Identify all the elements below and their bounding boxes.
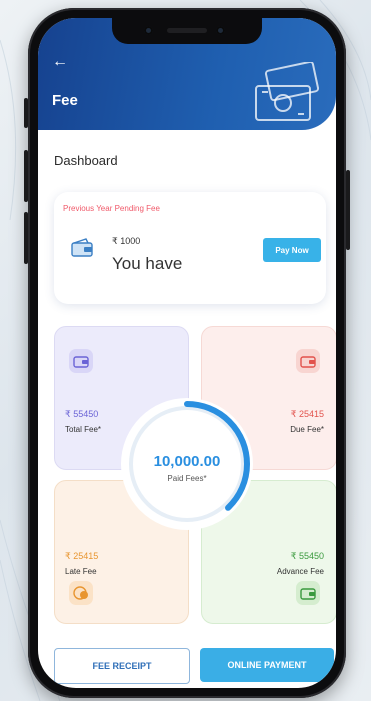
money-notes-icon — [255, 62, 320, 121]
fee-receipt-button[interactable]: FEE RECEIPT — [54, 648, 190, 684]
advance-fee-amount: ₹ 55450 — [290, 551, 324, 561]
due-fee-amount: ₹ 25415 — [290, 409, 324, 419]
pending-fee-card: Previous Year Pending Fee ₹ 1000 You hav… — [54, 192, 326, 304]
pay-now-button[interactable]: Pay Now — [263, 238, 321, 262]
online-payment-button[interactable]: ONLINE PAYMENT — [200, 648, 334, 682]
power-button — [346, 170, 350, 250]
pending-amount: ₹ 1000 — [112, 236, 141, 246]
mute-switch — [24, 98, 28, 128]
front-camera — [144, 26, 153, 35]
total-fee-label: Total Fee* — [65, 425, 102, 434]
wallet-icon — [296, 581, 320, 605]
volume-down-button — [24, 212, 28, 264]
coins-icon — [69, 581, 93, 605]
advance-fee-label: Advance Fee — [276, 567, 324, 576]
earpiece-speaker — [167, 28, 207, 33]
front-sensor — [216, 26, 225, 35]
paid-fee-value: 10,000.00 — [153, 453, 221, 470]
paid-fee-label: Paid Fees* — [167, 474, 207, 483]
late-fee-label: Late Fee — [65, 567, 97, 576]
phone-notch — [112, 18, 262, 44]
late-fee-amount: ₹ 25415 — [65, 551, 99, 561]
due-fee-label: Due Fee* — [290, 425, 324, 434]
pending-fee-label: Previous Year Pending Fee — [63, 204, 160, 213]
app-screen: ← Fee Dashboard Previous Year Pending Fe… — [38, 18, 336, 688]
pending-text: You have — [112, 254, 183, 273]
dashboard-heading: Dashboard — [54, 153, 118, 168]
volume-up-button — [24, 150, 28, 202]
paid-fee-ring: 10,000.00 Paid Fees* — [119, 396, 255, 532]
arrow-left-icon[interactable]: ← — [52, 54, 68, 70]
wallet-icon — [69, 349, 93, 373]
wallet-icon — [71, 238, 93, 257]
wallet-icon — [296, 349, 320, 373]
total-fee-amount: ₹ 55450 — [65, 409, 99, 419]
page-title: Fee — [52, 92, 78, 109]
